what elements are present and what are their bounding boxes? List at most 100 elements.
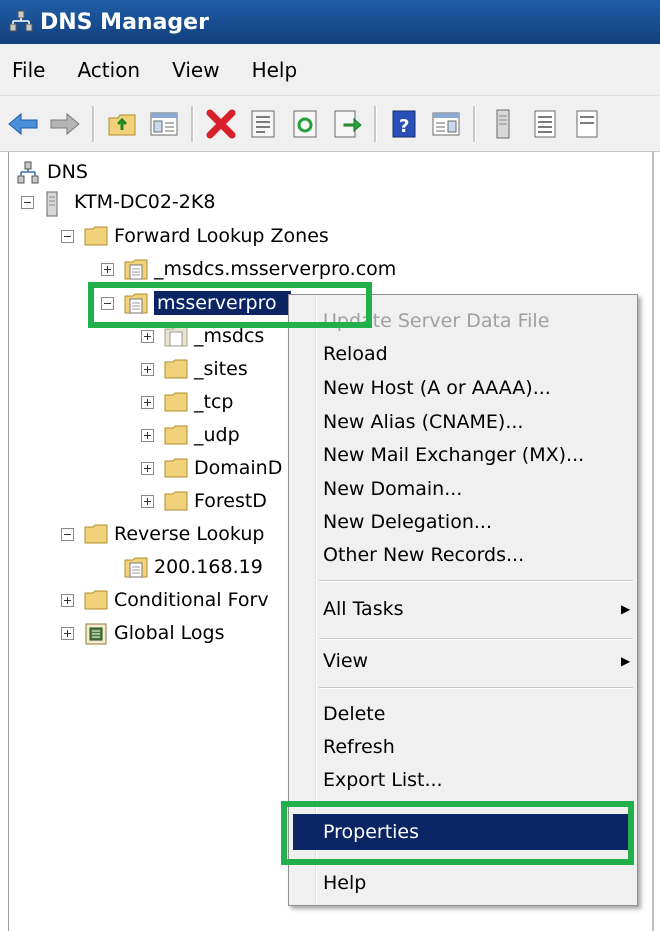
expand-icon[interactable] <box>141 494 154 508</box>
expand-icon[interactable] <box>141 362 154 376</box>
menu-item-new-domain[interactable]: New Domain... <box>323 473 462 505</box>
tree-item-domaindnszones[interactable]: DomainD <box>141 454 282 482</box>
menu-view[interactable]: View <box>156 58 235 82</box>
title-bar: DNS Manager <box>0 0 660 44</box>
collapse-icon[interactable] <box>61 527 74 541</box>
tree-item-global-logs[interactable]: Global Logs <box>61 619 224 647</box>
tree-item-reverse-zone[interactable]: 200.168.19 <box>124 553 263 581</box>
tree-item-server[interactable]: KTM-DC02-2K8 <box>21 188 215 217</box>
tree-label: DomainD <box>194 457 283 479</box>
forward-icon[interactable] <box>48 107 82 141</box>
expand-icon[interactable] <box>141 329 154 343</box>
delete-icon[interactable] <box>204 107 238 141</box>
event-log-icon <box>84 622 107 645</box>
folder-icon <box>164 424 188 446</box>
menu-item-new-alias[interactable]: New Alias (CNAME)... <box>323 406 523 438</box>
menu-item-view[interactable]: View ▶ <box>323 645 633 677</box>
tree-item-forward-lookup-zones[interactable]: Forward Lookup Zones <box>61 222 329 250</box>
expand-icon[interactable] <box>61 626 74 640</box>
toolbar-separator <box>473 105 476 142</box>
tree-label: _tcp <box>194 391 234 413</box>
menu-item-reload[interactable]: Reload <box>323 338 388 370</box>
menu-item-export-list[interactable]: Export List... <box>323 764 443 796</box>
tree-item-dns[interactable]: DNS <box>17 158 88 186</box>
menu-item-refresh[interactable]: Refresh <box>323 731 395 763</box>
details-icon[interactable] <box>570 107 604 141</box>
export-list-icon[interactable] <box>330 107 364 141</box>
tree-label: _msdcs.msserverpro.com <box>154 258 397 280</box>
expand-icon[interactable] <box>61 593 74 607</box>
menu-item-new-mail-exchanger[interactable]: New Mail Exchanger (MX)... <box>323 439 584 471</box>
zone-icon <box>124 258 148 280</box>
collapse-icon[interactable] <box>61 229 74 243</box>
menu-bar: File Action View Help <box>0 44 660 96</box>
submenu-arrow-icon: ▶ <box>621 654 631 668</box>
zone-icon <box>124 556 148 578</box>
callout-box-zone <box>88 282 372 328</box>
tree-label: _sites <box>194 358 248 380</box>
menu-separator <box>319 638 633 640</box>
expand-icon[interactable] <box>101 262 114 276</box>
tree-label: ForestD <box>194 490 267 512</box>
folder-icon <box>164 358 188 380</box>
zone-icon <box>164 325 188 347</box>
toolbar-separator <box>374 105 377 142</box>
window-title: DNS Manager <box>40 9 209 35</box>
folder-icon <box>84 225 108 247</box>
folder-icon <box>164 391 188 413</box>
tree-label: _udp <box>194 424 240 446</box>
expand-icon[interactable] <box>141 428 154 442</box>
properties-icon[interactable] <box>246 107 280 141</box>
tree-item-forestdnszones[interactable]: ForestD <box>141 487 267 515</box>
menu-item-label: All Tasks <box>323 598 404 620</box>
toolbar-separator <box>92 105 95 142</box>
tree-label: DNS <box>47 161 88 183</box>
show-hide-tree-icon[interactable] <box>147 107 181 141</box>
tree-item-reverse-lookup-zones[interactable]: Reverse Lookup <box>61 520 264 548</box>
folder-icon <box>164 457 188 479</box>
refresh-icon[interactable] <box>288 107 322 141</box>
menu-separator <box>319 687 633 689</box>
folder-icon <box>164 490 188 512</box>
up-folder-icon[interactable] <box>105 107 139 141</box>
tree-item-tcp[interactable]: _tcp <box>141 388 233 416</box>
folder-icon <box>84 523 108 545</box>
tree-item-udp[interactable]: _udp <box>141 421 240 449</box>
menu-item-new-delegation[interactable]: New Delegation... <box>323 506 492 538</box>
list-icon[interactable] <box>528 107 562 141</box>
tree-label: Forward Lookup Zones <box>114 225 329 247</box>
collapse-icon[interactable] <box>21 195 34 209</box>
svg-text:?: ? <box>399 116 409 137</box>
dns-manager-icon <box>8 9 34 35</box>
toolbar: ? <box>0 96 660 152</box>
tree-label: Global Logs <box>114 622 225 644</box>
server-icon[interactable] <box>486 107 520 141</box>
expand-icon[interactable] <box>141 461 154 475</box>
back-icon[interactable] <box>6 107 40 141</box>
menu-item-delete[interactable]: Delete <box>323 698 385 730</box>
menu-action[interactable]: Action <box>61 58 156 82</box>
tree-label: 200.168.19 <box>154 556 263 578</box>
tree-label: Reverse Lookup <box>114 523 265 545</box>
expand-icon[interactable] <box>141 395 154 409</box>
menu-item-help[interactable]: Help <box>323 867 366 899</box>
tree-item-msdcs-zone[interactable]: _msdcs.msserverpro.com <box>101 255 396 283</box>
menu-item-all-tasks[interactable]: All Tasks ▶ <box>323 593 633 625</box>
tree-item-sites[interactable]: _sites <box>141 355 248 383</box>
toolbar-separator <box>191 105 194 142</box>
submenu-arrow-icon: ▶ <box>621 602 631 616</box>
folder-icon <box>84 589 108 611</box>
menu-item-label: View <box>323 650 369 672</box>
tree-item-conditional-forwarders[interactable]: Conditional Forv <box>61 586 269 614</box>
dns-icon <box>17 161 39 184</box>
tree-label: Conditional Forv <box>114 589 269 611</box>
menu-item-new-host[interactable]: New Host (A or AAAA)... <box>323 372 551 404</box>
help-icon[interactable]: ? <box>387 107 421 141</box>
server-icon <box>44 191 66 217</box>
menu-file[interactable]: File <box>0 58 61 82</box>
callout-box-properties <box>281 801 634 865</box>
menu-separator <box>319 580 633 582</box>
menu-item-other-new-records[interactable]: Other New Records... <box>323 539 524 571</box>
menu-help[interactable]: Help <box>236 58 314 82</box>
show-hide-action-pane-icon[interactable] <box>429 107 463 141</box>
